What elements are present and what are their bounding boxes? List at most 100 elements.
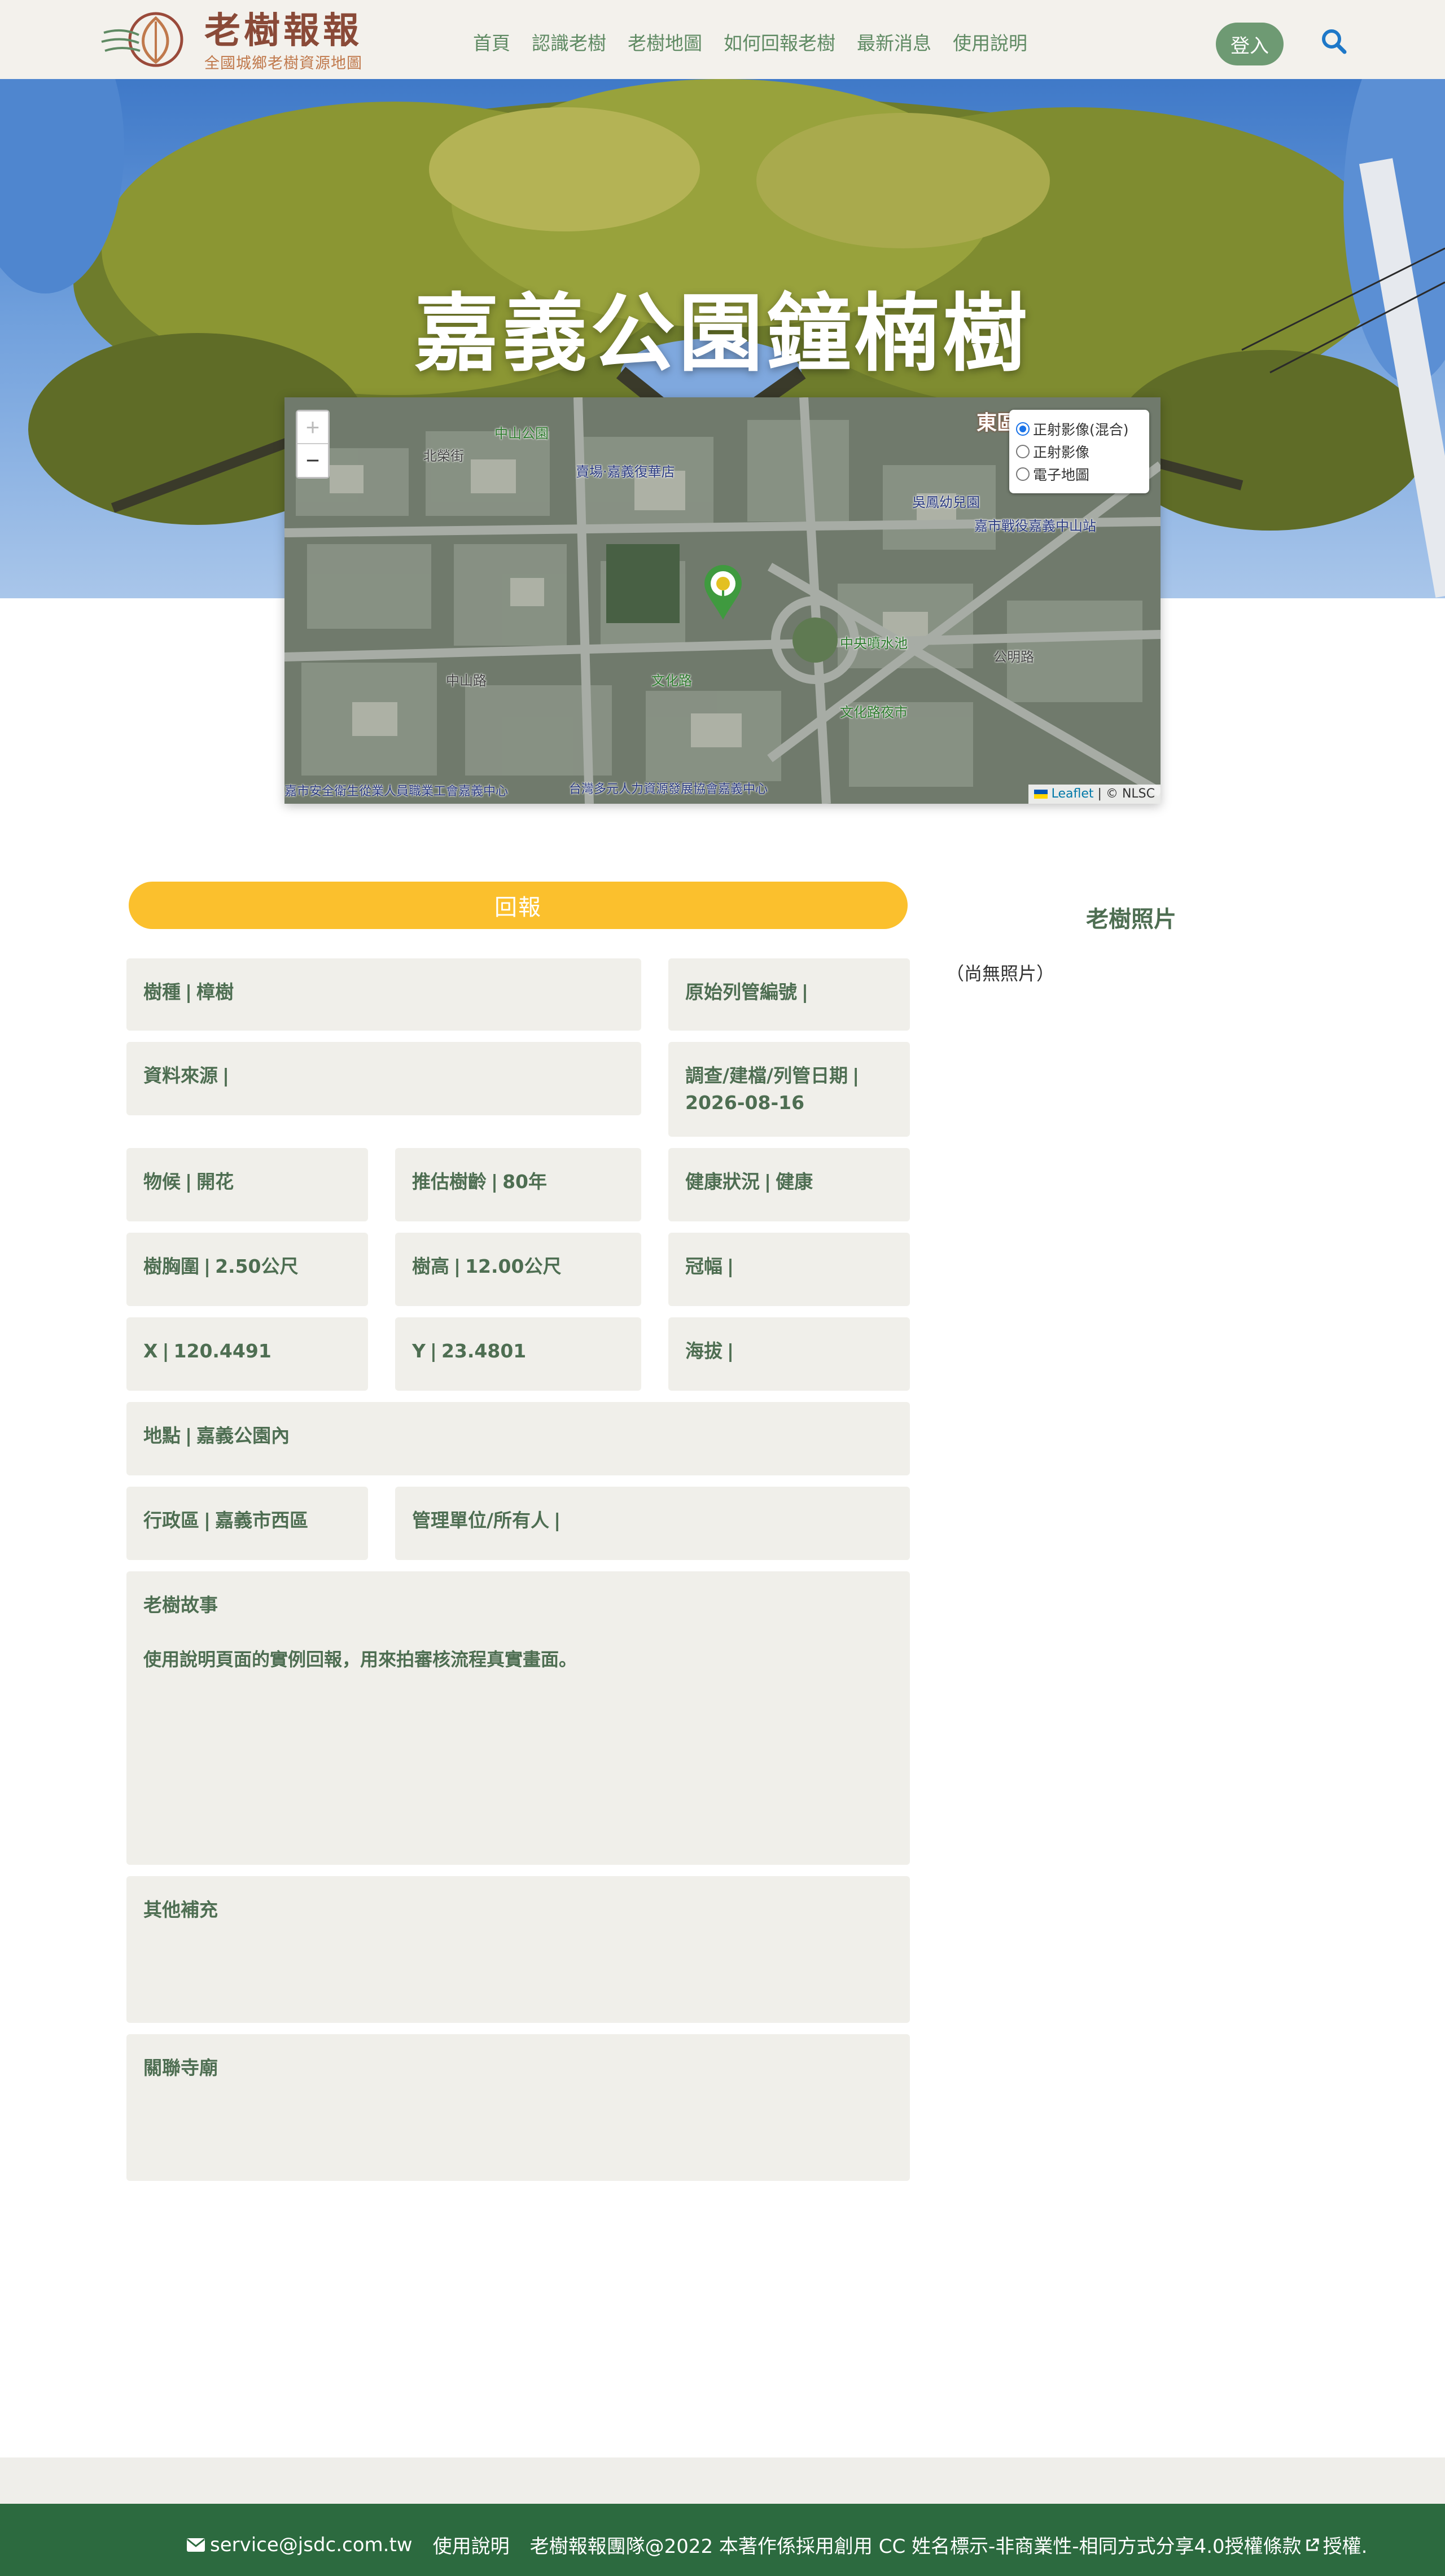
nav-tree-map[interactable]: 老樹地圖: [628, 28, 702, 55]
health-value: 健康: [776, 1171, 813, 1193]
zoom-in-button[interactable]: +: [297, 411, 328, 444]
survey-date-label: 調查/建檔/列管日期: [685, 1064, 848, 1087]
map-layer-switcher: 正射影像(混合) 正射影像 電子地圖: [1009, 410, 1149, 493]
district-value: 嘉義市西區: [215, 1509, 309, 1531]
footer-copyright[interactable]: 老樹報報團隊@2022 本著作係採用創用 CC 姓名標示-非商業性-相同方式分享…: [530, 2531, 1302, 2559]
report-button[interactable]: 回報: [129, 882, 908, 929]
no-photos-text: （尚無照片）: [946, 963, 1055, 984]
map-label-bottom-left: 嘉市安全衛生從業人員職業工會嘉義中心: [284, 785, 509, 799]
other-notes-label: 其他補充: [143, 1899, 218, 1921]
phenology-value: 開花: [196, 1171, 234, 1193]
site-footer: service@jsdc.com.tw 使用說明 老樹報報團隊@2022 本著作…: [0, 2504, 1445, 2576]
map-label-bookstore: 賣場·嘉義復華店: [576, 464, 675, 480]
card-related-temple: 關聯寺廟: [126, 2034, 910, 2181]
map-label-north-road: 北榮街: [423, 448, 464, 464]
nav-how-to-report[interactable]: 如何回報老樹: [724, 28, 835, 55]
story-text: 使用說明頁面的實例回報，用來拍審核流程真實畫面。: [143, 1649, 577, 1670]
survey-date-value: 2026-08-16: [685, 1092, 805, 1114]
species-label: 樹種: [143, 981, 181, 1003]
map-label-culture-road: 文化路: [651, 673, 692, 689]
crown-label: 冠幅: [685, 1255, 722, 1277]
layer-option-ortho[interactable]: 正射影像: [1016, 440, 1142, 463]
site-logo[interactable]: 老樹報報 全國城鄉老樹資源地圖: [99, 10, 365, 72]
card-health: 健康狀況 | 健康: [668, 1148, 910, 1221]
layer-option-label: 正射影像: [1033, 444, 1090, 461]
district-label: 行政區: [143, 1509, 199, 1531]
logo-subtitle: 全國城鄉老樹資源地圖: [204, 55, 362, 72]
height-value: 12.00公尺: [465, 1255, 562, 1277]
location-label: 地點: [143, 1425, 181, 1447]
radio-selected[interactable]: [1016, 422, 1030, 436]
map-label-bottom-center: 台灣多元人力資源發展協會嘉義中心: [569, 782, 768, 796]
card-x: X | 120.4491: [126, 1317, 368, 1391]
tree-location-map[interactable]: 中山公園 北榮街 賣場·嘉義復華店 吳鳳幼兒園 嘉市戰役嘉義中山站 中央噴水池 …: [284, 397, 1161, 804]
tree-location-marker-icon[interactable]: [703, 564, 743, 621]
leaflet-link[interactable]: Leaflet: [1052, 787, 1094, 801]
layer-option-label: 正射影像(混合): [1033, 422, 1129, 438]
phenology-label: 物候: [143, 1171, 181, 1193]
logo-leaf-icon: [101, 12, 183, 67]
layer-option-emap[interactable]: 電子地圖: [1016, 463, 1142, 485]
card-source: 資料來源 |: [126, 1042, 641, 1115]
nav-news[interactable]: 最新消息: [857, 28, 931, 55]
card-altitude: 海拔 |: [668, 1317, 910, 1391]
footer-copyright-line: 老樹報報團隊@2022 本著作係採用創用 CC 姓名標示-非商業性-相同方式分享…: [530, 2531, 1368, 2559]
y-label: Y: [412, 1340, 426, 1362]
dbh-value: 2.50公尺: [215, 1255, 299, 1277]
nav-about-trees[interactable]: 認識老樹: [532, 28, 606, 55]
card-phenology: 物候 | 開花: [126, 1148, 368, 1221]
radio-unselected[interactable]: [1016, 445, 1030, 458]
owner-label: 管理單位/所有人: [412, 1509, 550, 1531]
card-species: 樹種 | 樟樹: [126, 958, 641, 1031]
story-label: 老樹故事: [143, 1594, 218, 1616]
logo-title: 老樹報報: [204, 10, 362, 52]
login-button[interactable]: 登入: [1216, 23, 1284, 65]
original-id-label: 原始列管編號: [685, 981, 797, 1003]
map-zoom-control: + −: [296, 410, 330, 479]
attribution-text: | © NLSC: [1097, 787, 1155, 801]
card-dbh: 樹胸圍 | 2.50公尺: [126, 1233, 368, 1306]
card-district: 行政區 | 嘉義市西區: [126, 1487, 368, 1560]
envelope-icon: [187, 2538, 205, 2552]
height-label: 樹高: [412, 1255, 449, 1277]
card-age: 推估樹齡 | 80年: [395, 1148, 641, 1221]
footer-license-suffix: 授權.: [1323, 2535, 1368, 2558]
card-other-notes: 其他補充: [126, 1876, 910, 2023]
layer-option-ortho-hybrid[interactable]: 正射影像(混合): [1016, 418, 1142, 440]
card-survey-date: 調查/建檔/列管日期 | 2026-08-16: [668, 1042, 910, 1137]
card-crown: 冠幅 |: [668, 1233, 910, 1306]
map-label-station: 嘉市戰役嘉義中山站: [974, 518, 1096, 534]
main-nav: 首頁 認識老樹 老樹地圖 如何回報老樹 最新消息 使用說明: [473, 28, 1027, 55]
species-value: 樟樹: [196, 981, 234, 1003]
nav-home[interactable]: 首頁: [473, 28, 510, 55]
map-label-gongming-road: 公明路: [993, 649, 1034, 665]
y-value: 23.4801: [441, 1340, 527, 1362]
age-label: 推估樹齡: [412, 1171, 487, 1193]
card-height: 樹高 | 12.00公尺: [395, 1233, 641, 1306]
zoom-out-button[interactable]: −: [297, 444, 328, 477]
search-icon[interactable]: [1319, 26, 1350, 58]
footer-email: service@jsdc.com.tw: [210, 2533, 413, 2556]
location-value: 嘉義公園內: [196, 1425, 290, 1447]
footer-email-link[interactable]: service@jsdc.com.tw: [186, 2534, 413, 2556]
ukraine-flag-icon: [1034, 790, 1048, 799]
x-label: X: [143, 1340, 158, 1362]
radio-unselected[interactable]: [1016, 467, 1030, 481]
related-temple-label: 關聯寺廟: [143, 2057, 218, 2079]
map-attribution: Leaflet | © NLSC: [1028, 785, 1161, 804]
card-location: 地點 | 嘉義公園內: [126, 1402, 910, 1475]
dbh-label: 樹胸圍: [143, 1255, 199, 1277]
map-label-kindergarten: 吳鳳幼兒園: [912, 494, 980, 510]
top-navbar: 老樹報報 全國城鄉老樹資源地圖 首頁 認識老樹 老樹地圖 如何回報老樹 最新消息…: [0, 0, 1445, 79]
altitude-label: 海拔: [685, 1340, 722, 1362]
pre-footer-band: [0, 2457, 1445, 2504]
age-value: 80年: [502, 1171, 547, 1193]
map-label-park: 中山公園: [494, 426, 549, 441]
card-original-id: 原始列管編號 |: [668, 958, 910, 1031]
layer-option-label: 電子地圖: [1033, 467, 1090, 483]
map-label-zhongshan-road: 中山路: [446, 673, 487, 689]
page-title: 嘉義公園鐘楠樹: [414, 285, 1031, 383]
source-label: 資料來源: [143, 1064, 218, 1087]
footer-help-link[interactable]: 使用說明: [433, 2531, 510, 2559]
nav-help[interactable]: 使用說明: [953, 28, 1027, 55]
